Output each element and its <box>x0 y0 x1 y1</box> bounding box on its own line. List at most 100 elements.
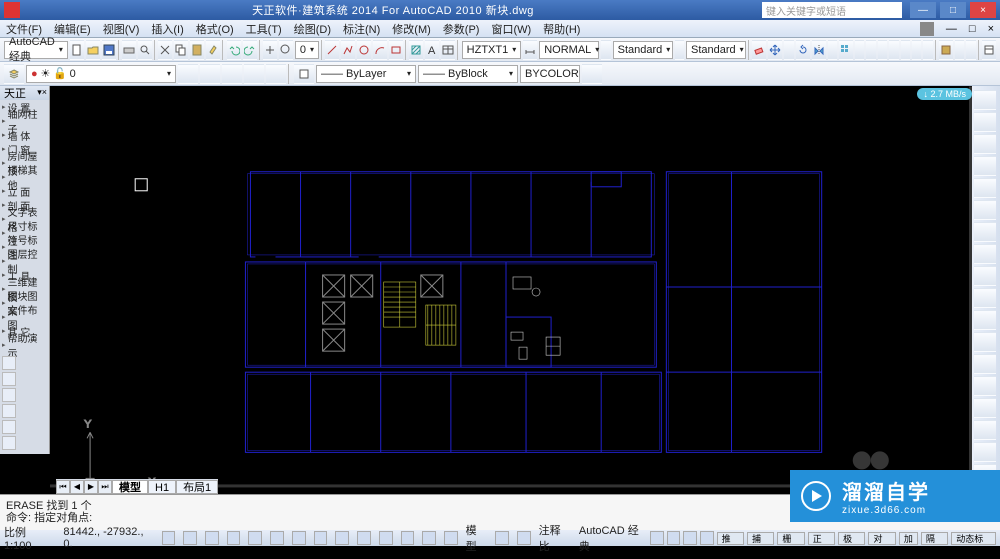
r-tool-15[interactable] <box>974 398 996 418</box>
insert-button[interactable] <box>955 40 964 60</box>
hatch-button[interactable] <box>409 40 423 60</box>
r-tool-11[interactable] <box>974 310 996 330</box>
sb-osnap-button[interactable] <box>270 531 284 545</box>
cut-button[interactable] <box>158 40 172 60</box>
tab-next-button[interactable]: ▶ <box>84 480 98 494</box>
sb-polar-button[interactable] <box>248 531 262 545</box>
paste-button[interactable] <box>190 40 204 60</box>
doc-maximize-button[interactable]: □ <box>969 23 976 35</box>
sb-lwt-button[interactable] <box>379 531 393 545</box>
workspace-dropdown[interactable]: AutoCAD 经典▾ <box>4 41 68 59</box>
copy-button[interactable] <box>174 40 188 60</box>
match-button[interactable] <box>206 40 220 60</box>
panel-icon-4[interactable] <box>2 404 16 418</box>
sb-rt-5[interactable]: 极轴 <box>838 532 865 545</box>
sb-a1-button[interactable] <box>495 531 509 545</box>
rect-button[interactable] <box>389 40 403 60</box>
status-scale[interactable]: 比例 1:100 <box>4 524 55 552</box>
layer-freeze-button[interactable] <box>244 64 264 84</box>
layer-manager-button[interactable] <box>4 64 24 84</box>
sb-ws-icon[interactable] <box>650 531 664 545</box>
stretch-button[interactable] <box>889 40 898 60</box>
r-tool-3[interactable] <box>974 134 996 154</box>
redo-button[interactable] <box>243 40 257 60</box>
panel-close-icon[interactable]: ▾× <box>37 87 47 98</box>
sb-rt-3[interactable]: 栅格 <box>777 532 804 545</box>
panel-item-help[interactable]: 帮助演示 <box>0 338 49 352</box>
text-button[interactable]: A <box>425 40 439 60</box>
tab-last-button[interactable]: ⏭ <box>98 480 112 494</box>
minimize-button[interactable]: — <box>910 2 936 18</box>
r-tool-2[interactable] <box>974 112 996 132</box>
extend-button[interactable] <box>866 40 875 60</box>
sb-rt-7[interactable]: 加 <box>899 532 918 545</box>
plot-button[interactable] <box>122 40 136 60</box>
menu-help[interactable]: 帮助(H) <box>543 21 580 37</box>
sb-snap-button[interactable] <box>183 531 197 545</box>
bedit-button[interactable] <box>966 40 975 60</box>
r-tool-5[interactable] <box>974 178 996 198</box>
sb-ortho-button[interactable] <box>227 531 241 545</box>
ltscale-button[interactable] <box>582 64 602 84</box>
sb-lock-icon[interactable] <box>667 531 681 545</box>
scale-button[interactable] <box>878 40 887 60</box>
layer-lock-button[interactable] <box>266 64 286 84</box>
erase-button[interactable] <box>752 40 766 60</box>
r-tool-13[interactable] <box>974 354 996 374</box>
panel-item-layer[interactable]: 图层控制 <box>0 254 49 268</box>
lineweight-dropdown[interactable]: 0▾ <box>295 41 319 59</box>
mirror-button[interactable] <box>812 40 826 60</box>
menu-tools[interactable]: 工具(T) <box>246 21 282 37</box>
sb-rt-1[interactable]: 推断 <box>717 532 744 545</box>
chamfer-button[interactable] <box>912 40 921 60</box>
status-workspace[interactable]: AutoCAD 经典 <box>579 522 647 554</box>
panel-icon-1[interactable] <box>2 356 16 370</box>
array-button[interactable] <box>839 40 853 60</box>
linetype-dropdown[interactable]: —— ByLayer▾ <box>316 65 416 83</box>
r-tool-9[interactable] <box>974 266 996 286</box>
color-dropdown[interactable]: BYCOLOR▾ <box>520 65 580 83</box>
sb-ducs-button[interactable] <box>335 531 349 545</box>
sb-sc-button[interactable] <box>444 531 458 545</box>
menu-view[interactable]: 视图(V) <box>103 21 140 37</box>
sb-3dosnap-button[interactable] <box>292 531 306 545</box>
arc-button[interactable] <box>373 40 387 60</box>
sb-rt-4[interactable]: 正克 <box>808 532 835 545</box>
panel-icon-5[interactable] <box>2 420 16 434</box>
menu-file[interactable]: 文件(F) <box>6 21 42 37</box>
dimstyle1-dropdown[interactable]: NORMAL▾ <box>539 41 599 59</box>
sb-rt-9[interactable]: 动态标注 <box>951 532 996 545</box>
sb-rt-8[interactable]: 隔高 <box>921 532 948 545</box>
menu-window[interactable]: 窗口(W) <box>491 21 531 37</box>
sb-iso-icon[interactable] <box>700 531 714 545</box>
textstyle-dropdown[interactable]: HZTXT1▾ <box>462 41 522 59</box>
r-tool-7[interactable] <box>974 222 996 242</box>
r-tool-12[interactable] <box>974 332 996 352</box>
tab-layout1[interactable]: 布局1 <box>176 480 218 494</box>
status-annot[interactable]: 注释比 <box>539 522 571 554</box>
close-button[interactable]: × <box>970 2 996 18</box>
panel-item-grid[interactable]: 轴网柱子 <box>0 114 49 128</box>
sb-dyn-button[interactable] <box>357 531 371 545</box>
panel-icon-3[interactable] <box>2 388 16 402</box>
layer-off-button[interactable] <box>222 64 242 84</box>
menu-edit[interactable]: 编辑(E) <box>54 21 91 37</box>
menu-format[interactable]: 格式(O) <box>196 21 234 37</box>
block-button[interactable] <box>939 40 953 60</box>
layer-iso-button[interactable] <box>200 64 220 84</box>
panel-icon-2[interactable] <box>2 372 16 386</box>
r-tool-10[interactable] <box>974 288 996 308</box>
pan-button[interactable] <box>263 40 277 60</box>
sb-a2-button[interactable] <box>517 531 531 545</box>
copy2-button[interactable] <box>784 40 793 60</box>
pline-button[interactable] <box>341 40 355 60</box>
zoom-button[interactable] <box>279 40 293 60</box>
menu-insert[interactable]: 插入(I) <box>151 21 183 37</box>
mleaderstyle-button[interactable] <box>675 40 684 60</box>
trim-button[interactable] <box>855 40 864 60</box>
layer-previous-button[interactable] <box>178 64 198 84</box>
tab-first-button[interactable]: ⏮ <box>56 480 70 494</box>
props-button[interactable] <box>982 40 996 60</box>
sb-otrack-button[interactable] <box>314 531 328 545</box>
r-tool-17[interactable] <box>974 442 996 462</box>
